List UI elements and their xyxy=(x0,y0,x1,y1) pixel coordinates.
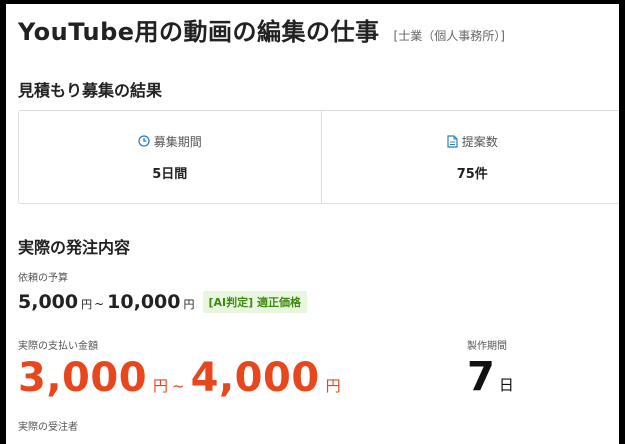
stat-value: 75件 xyxy=(456,166,488,182)
job-detail-panel: YouTube用の動画の編集の仕事 [士業（個人事務所）] 見積もり募集の結果 … xyxy=(6,4,619,444)
stat-label: 提案数 xyxy=(461,134,498,149)
quote-stats-card: 募集期間 5日間 提案数 75件 xyxy=(18,110,619,204)
production-period-label: 製作期間 xyxy=(467,341,507,352)
currency-unit: 円 xyxy=(81,298,93,311)
currency-unit: 円 xyxy=(183,298,195,311)
payment-max: 4,000 xyxy=(190,355,320,401)
budget-range: 5,000 円 ~ 10,000 円 [AI判定] 適正価格 xyxy=(18,291,307,315)
quote-results-heading: 見積もり募集の結果 xyxy=(18,81,163,100)
range-separator: ~ xyxy=(94,297,105,311)
range-separator: ~ xyxy=(172,377,185,395)
stat-recruitment-period: 募集期間 5日間 xyxy=(19,111,321,203)
production-period-number: 7 xyxy=(467,354,495,400)
currency-unit: 円 xyxy=(153,377,169,395)
payment-label: 実際の支払い金額 xyxy=(18,341,98,352)
budget-min: 5,000 xyxy=(18,291,79,313)
page-title: YouTube用の動画の編集の仕事 xyxy=(18,18,380,46)
stat-proposal-count: 提案数 75件 xyxy=(320,111,620,203)
budget-label: 依頼の予算 xyxy=(18,273,68,284)
clock-icon xyxy=(138,135,150,147)
payment-min: 3,000 xyxy=(18,355,148,401)
stat-value: 5日間 xyxy=(152,166,188,182)
title-row: YouTube用の動画の編集の仕事 [士業（個人事務所）] xyxy=(18,12,505,47)
budget-max: 10,000 xyxy=(107,291,181,313)
category-label: [士業（個人事務所）] xyxy=(393,29,505,43)
stat-label: 募集期間 xyxy=(153,134,202,149)
order-details-heading: 実際の発注内容 xyxy=(18,238,131,257)
production-period-value: 7 日 xyxy=(467,354,514,400)
currency-unit: 円 xyxy=(325,377,341,395)
production-period-unit: 日 xyxy=(498,376,514,394)
payment-range: 3,000 円 ~ 4,000 円 xyxy=(18,355,341,401)
contractor-label: 実際の受注者 xyxy=(18,422,78,433)
ai-price-badge: [AI判定] 適正価格 xyxy=(202,291,307,313)
document-icon xyxy=(447,134,458,148)
